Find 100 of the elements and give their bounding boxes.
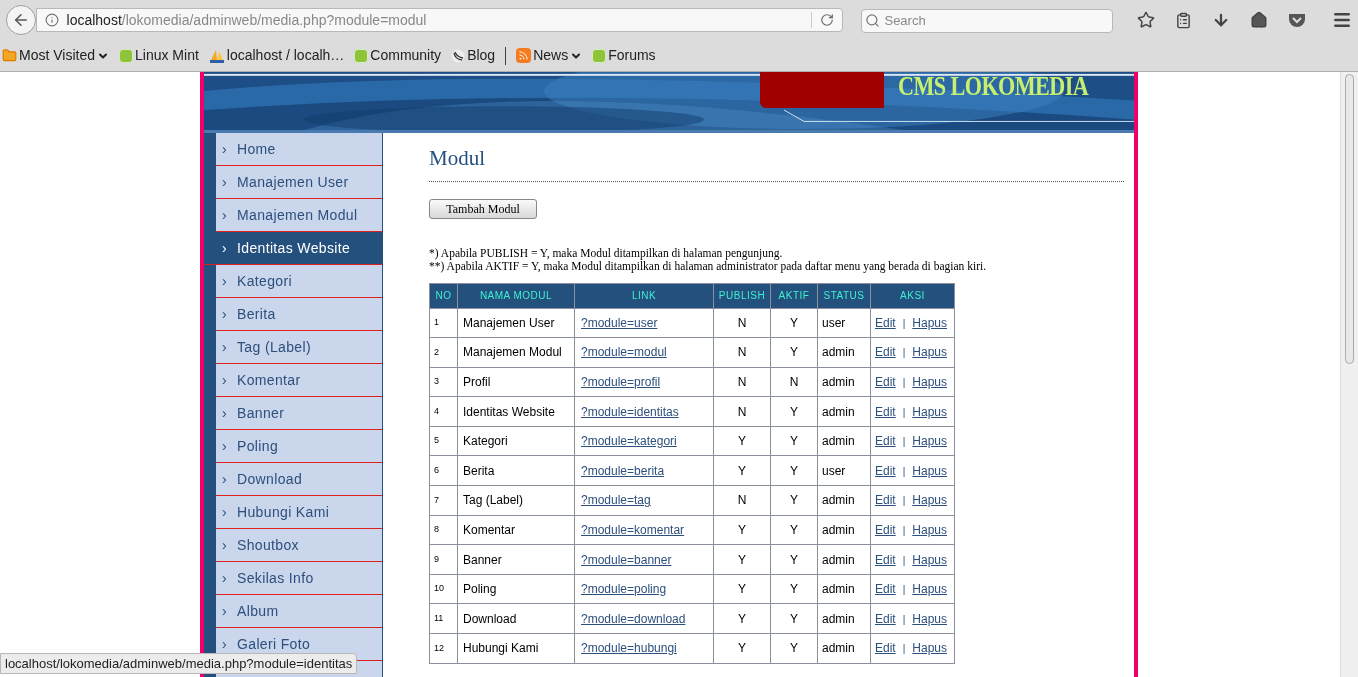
sidebar-item[interactable]: › Sekilas Info — [216, 562, 382, 595]
table-cell: admin — [817, 426, 871, 456]
bookmark-item[interactable]: Forums — [592, 45, 656, 66]
edit-link[interactable]: Edit — [875, 552, 896, 567]
table-cell: admin — [817, 574, 871, 604]
separator-text: | — [902, 347, 906, 359]
table-cell: Identitas Website — [457, 396, 575, 427]
address-field[interactable]: localhost/lokomedia/adminweb/media.php?module=modul — [35, 8, 844, 32]
sidebar-item[interactable]: › Berita — [216, 298, 382, 331]
bookmark-item[interactable]: localhost / localh… — [208, 45, 345, 66]
edit-link[interactable]: Edit — [875, 375, 896, 389]
table-cell: Tag (Label) — [457, 485, 575, 516]
sidebar-item[interactable]: › Album — [216, 595, 382, 628]
leaf-logo-icon — [592, 48, 607, 63]
delete-link[interactable]: Hapus — [912, 315, 947, 330]
sidebar-item[interactable]: › Home — [216, 133, 382, 166]
table-cell: N — [713, 337, 771, 368]
edit-link[interactable]: Edit — [875, 315, 896, 330]
table-cell: Y — [770, 574, 818, 604]
table-cell: Y — [770, 485, 818, 516]
table-cell: Y — [770, 337, 818, 368]
separator-text: | — [902, 377, 906, 388]
arcs-icon — [451, 48, 466, 63]
delete-link[interactable]: Hapus — [912, 463, 947, 478]
table-cell: Komentar — [457, 515, 575, 545]
sidebar-item[interactable]: › Tag (Label) — [216, 331, 382, 364]
table-cell: N — [770, 367, 818, 397]
add-module-button[interactable]: Tambah Modul — [429, 198, 537, 219]
bookmark-item[interactable]: Blog — [451, 45, 496, 66]
table-cell: 8 — [429, 515, 458, 545]
edit-link[interactable]: Edit — [875, 404, 896, 419]
menu-icon[interactable] — [1332, 10, 1352, 30]
bookmark-item[interactable]: Linux Mint — [119, 45, 199, 66]
page-title: Modul — [429, 145, 486, 172]
bookmark-item[interactable]: News — [516, 45, 583, 66]
table-cell: admin — [817, 337, 871, 368]
delete-link[interactable]: Hapus — [912, 552, 947, 567]
bookmark-item[interactable]: Community — [354, 45, 442, 66]
column-header: PUBLISH — [713, 283, 771, 308]
edit-link[interactable]: Edit — [875, 582, 896, 597]
edit-link[interactable]: Edit — [875, 522, 896, 537]
sidebar-item[interactable]: › Identitas Website — [204, 232, 382, 265]
sidebar-item[interactable]: › Banner — [216, 397, 382, 430]
delete-link[interactable]: Hapus — [912, 582, 947, 597]
sidebar-item[interactable]: › Download — [216, 463, 382, 496]
delete-link[interactable]: Hapus — [912, 434, 947, 449]
column-header: AKSI — [870, 283, 955, 308]
delete-link[interactable]: Hapus — [912, 375, 947, 389]
table-cell: Y — [713, 603, 771, 634]
separator-text: | — [902, 613, 906, 625]
sidebar-item[interactable]: › Kategori — [216, 265, 382, 298]
edit-link[interactable]: Edit — [875, 641, 896, 656]
delete-link[interactable]: Hapus — [912, 404, 947, 419]
delete-link[interactable]: Hapus — [912, 493, 947, 508]
back-button[interactable] — [6, 5, 36, 35]
column-header: NO — [429, 283, 458, 308]
edit-link[interactable]: Edit — [875, 434, 896, 449]
table-cell: admin — [817, 544, 871, 575]
table-cell: 6 — [429, 455, 458, 486]
download-icon[interactable] — [1212, 11, 1230, 29]
edit-link[interactable]: Edit — [875, 611, 896, 626]
column-header: NAMA MODUL — [457, 283, 575, 308]
edit-link[interactable]: Edit — [875, 493, 896, 508]
leaf-logo-icon — [354, 48, 369, 63]
bookmark-item[interactable]: Most Visited — [2, 45, 109, 66]
sidebar-item[interactable]: › Manajemen User — [216, 166, 382, 199]
table-cell: Profil — [457, 367, 575, 397]
leaf-logo-icon — [119, 48, 133, 63]
table-cell: user — [817, 308, 871, 338]
sidebar-item[interactable]: › Hubungi Kami — [216, 496, 382, 529]
table-cell: Y — [770, 426, 818, 456]
delete-link[interactable]: Hapus — [912, 611, 947, 626]
delete-link[interactable]: Hapus — [912, 345, 947, 360]
sidebar-item[interactable]: › Komentar — [216, 364, 382, 397]
table-cell: 5 — [429, 426, 458, 456]
table-cell: admin — [817, 603, 871, 634]
table-cell: Y — [713, 633, 771, 664]
delete-link[interactable]: Hapus — [912, 641, 947, 656]
table-cell: N — [713, 485, 771, 516]
table-cell: user — [817, 455, 871, 486]
reading-list-icon[interactable] — [1175, 11, 1192, 29]
sidebar-item[interactable]: › Shoutbox — [216, 529, 382, 562]
table-cell: Y — [713, 426, 771, 456]
column-header: LINK — [574, 283, 714, 308]
pocket-icon[interactable] — [1288, 12, 1306, 28]
edit-link[interactable]: Edit — [875, 345, 896, 360]
edit-link[interactable]: Edit — [875, 463, 896, 478]
delete-link[interactable]: Hapus — [912, 522, 947, 537]
column-header: STATUS — [817, 283, 871, 308]
separator-text: | — [902, 465, 906, 477]
table-cell: 4 — [429, 396, 458, 427]
search-field[interactable]: Search — [861, 8, 1113, 33]
star-icon[interactable] — [1137, 11, 1155, 29]
reload-icon[interactable] — [820, 13, 835, 27]
home-icon[interactable] — [1250, 11, 1268, 29]
table-cell: Kategori — [457, 426, 575, 456]
scrollbar[interactable] — [1340, 72, 1358, 677]
sidebar-item[interactable]: › Poling — [216, 430, 382, 463]
rss-icon — [516, 48, 532, 63]
table-cell: 11 — [429, 603, 458, 634]
